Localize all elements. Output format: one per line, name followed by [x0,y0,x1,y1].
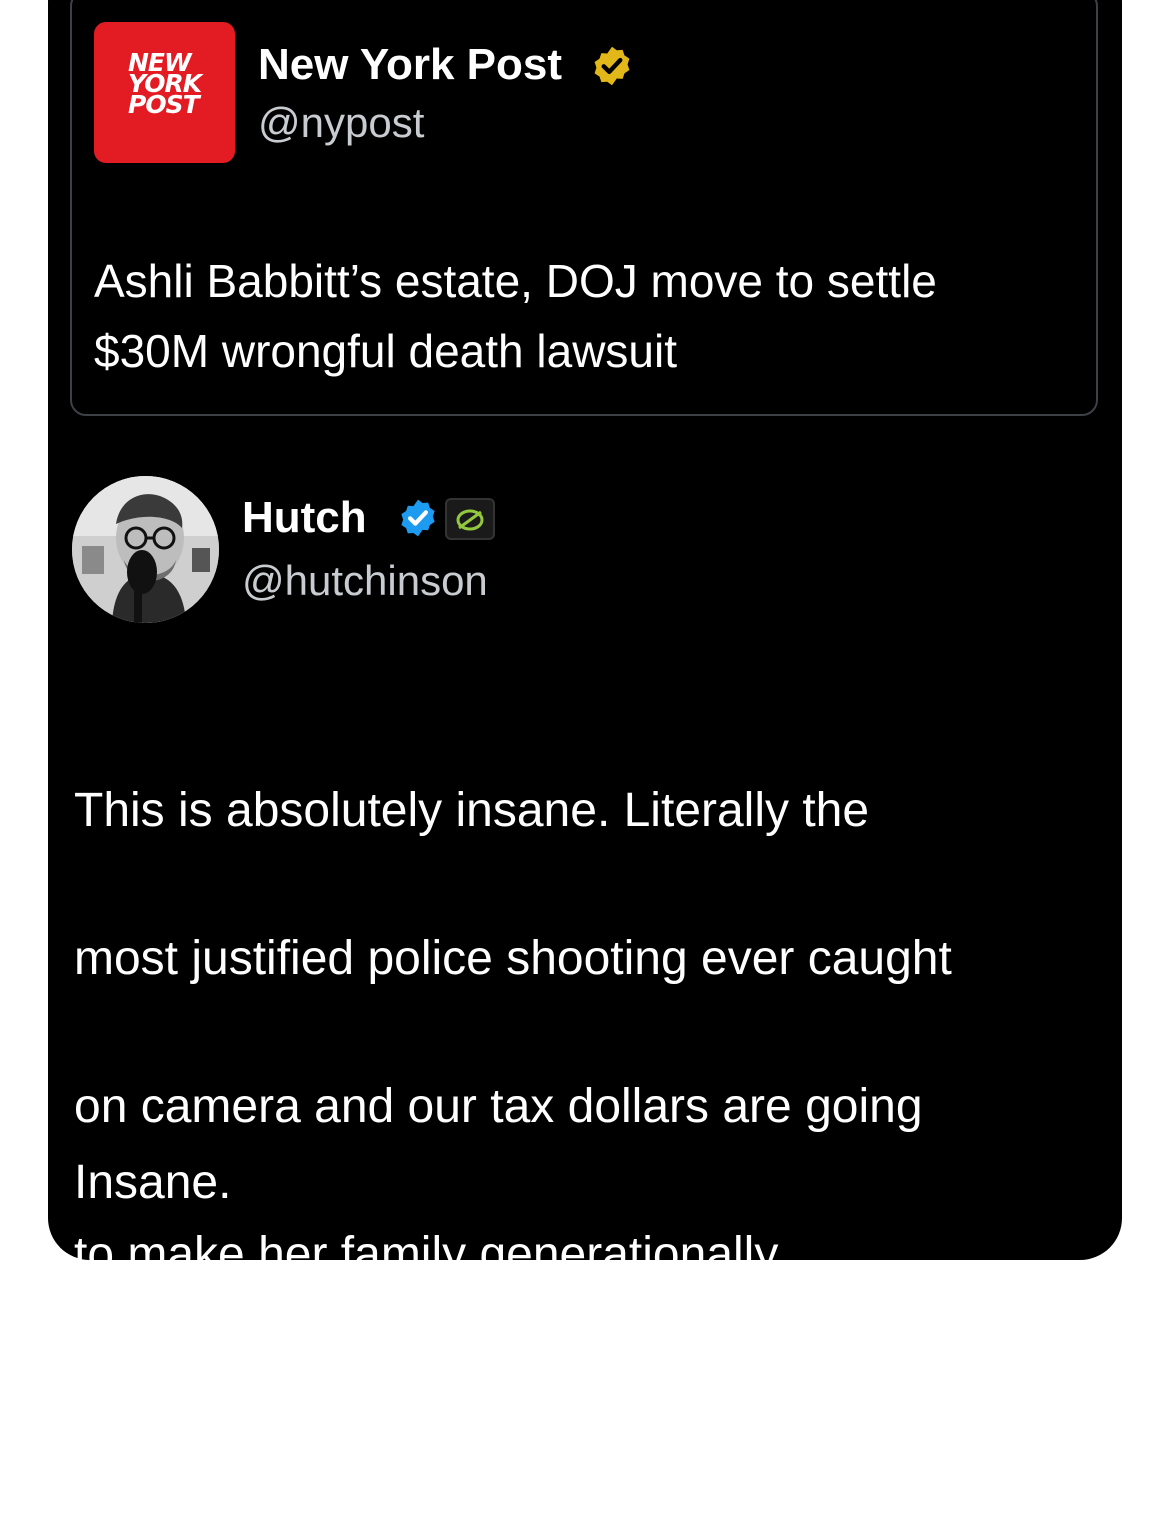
body-line: This is absolutely insane. Literally the [74,784,870,837]
quoted-display-name[interactable]: New York Post [258,40,562,90]
headline-line: Ashli Babbitt’s estate, DOJ move to sett… [94,255,937,307]
author-display-name[interactable]: Hutch [242,493,367,543]
avatar[interactable] [72,476,219,623]
headline-line: $30M wrongful death lawsuit [94,325,677,377]
quoted-handle[interactable]: @nypost [258,98,424,148]
body-line: most justified police shooting ever caug… [74,932,952,985]
post-closing-line: Insane. [74,1156,232,1209]
body-line: on camera and our tax dollars are going [74,1080,923,1133]
blue-verified-badge-icon [401,499,435,537]
optic-gaming-logo-icon[interactable] [445,498,495,540]
post-body: This is absolutely insane. Literally the… [74,700,1114,1514]
profile-photo [72,476,219,623]
body-line: to make her family generationally [74,1228,779,1281]
body-line: wealthy. [74,1376,247,1429]
nypost-avatar-logo[interactable]: NEW YORK POST [94,22,235,163]
gold-verified-badge-icon [594,46,630,86]
quoted-headline[interactable]: Ashli Babbitt’s estate, DOJ move to sett… [94,246,1094,386]
affiliation-logo-graphic [456,509,484,531]
logo-word: POST [128,90,200,119]
author-handle[interactable]: @hutchinson [242,556,488,606]
